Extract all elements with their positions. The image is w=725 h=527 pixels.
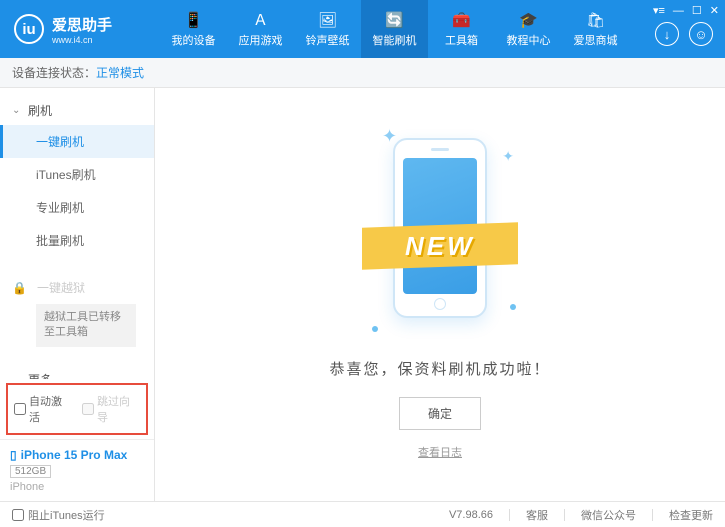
app-name: 爱思助手: [52, 14, 112, 35]
divider: [564, 509, 565, 521]
nav-store[interactable]: 🛍爱思商城: [562, 0, 629, 58]
download-button[interactable]: ↓: [655, 22, 679, 46]
nav-ringtones[interactable]: 🖼铃声壁纸: [294, 0, 361, 58]
logo-area: iu 爱思助手 www.i4.cn: [0, 14, 160, 45]
phone-icon: ▯: [10, 448, 17, 462]
success-message: 恭喜您，保资料刷机成功啦！: [329, 358, 550, 379]
sidebar-item-itunes-flash[interactable]: iTunes刷机: [0, 158, 154, 191]
status-mode: 正常模式: [96, 64, 144, 81]
footer-link-wechat[interactable]: 微信公众号: [581, 507, 636, 523]
footer-link-update[interactable]: 检查更新: [669, 507, 713, 523]
sidebar-section-flash[interactable]: ⌄刷机: [0, 96, 154, 125]
tutorial-icon: 🎓: [520, 11, 538, 29]
toolbox-icon: 🧰: [453, 11, 471, 29]
sidebar-section-more[interactable]: ⌄更多: [0, 365, 154, 379]
flash-icon: 🔄: [386, 11, 404, 29]
sidebar-item-batch-flash[interactable]: 批量刷机: [0, 224, 154, 257]
device-storage: 512GB: [10, 465, 51, 478]
logo-icon: iu: [14, 14, 44, 44]
sidebar-item-jailbreak-moved: 越狱工具已转移至工具箱: [36, 304, 136, 347]
device-info: ▯iPhone 15 Pro Max 512GB iPhone: [0, 439, 154, 501]
footer: 阻止iTunes运行 V7.98.66 客服 微信公众号 检查更新: [0, 501, 725, 527]
divider: [509, 509, 510, 521]
nav-toolbox[interactable]: 🧰工具箱: [428, 0, 495, 58]
view-log-link[interactable]: 查看日志: [418, 444, 462, 460]
minimize-icon[interactable]: —: [673, 5, 684, 17]
apps-icon: Ａ: [252, 11, 270, 29]
sidebar: ⌄刷机 一键刷机 iTunes刷机 专业刷机 批量刷机 🔒一键越狱 越狱工具已转…: [0, 88, 155, 501]
sidebar-item-oneclick-flash[interactable]: 一键刷机: [0, 125, 154, 158]
footer-link-support[interactable]: 客服: [526, 507, 548, 523]
title-bar: iu 爱思助手 www.i4.cn 📱我的设备 Ａ应用游戏 🖼铃声壁纸 🔄智能刷…: [0, 0, 725, 58]
app-url: www.i4.cn: [52, 35, 112, 45]
dot-icon: [372, 326, 378, 332]
checkbox-block-itunes[interactable]: 阻止iTunes运行: [12, 507, 105, 523]
sparkle-icon: ✦: [502, 148, 514, 165]
nav-tutorials[interactable]: 🎓教程中心: [495, 0, 562, 58]
nav-smart-flash[interactable]: 🔄智能刷机: [361, 0, 428, 58]
maximize-icon[interactable]: ☐: [692, 4, 702, 17]
status-bar: 设备连接状态： 正常模式: [0, 58, 725, 88]
version-label: V7.98.66: [449, 509, 493, 521]
close-icon[interactable]: ✕: [710, 4, 719, 17]
account-button[interactable]: ☺: [689, 22, 713, 46]
top-nav: 📱我的设备 Ａ应用游戏 🖼铃声壁纸 🔄智能刷机 🧰工具箱 🎓教程中心 🛍爱思商城: [160, 0, 629, 58]
ok-button[interactable]: 确定: [399, 397, 481, 430]
checkbox-auto-activate[interactable]: 自动激活: [14, 393, 72, 425]
sidebar-item-pro-flash[interactable]: 专业刷机: [0, 191, 154, 224]
device-icon: 📱: [185, 11, 203, 29]
lock-icon: 🔒: [12, 281, 27, 295]
success-illustration: ✦ ✦ NEW: [370, 130, 510, 340]
nav-my-device[interactable]: 📱我的设备: [160, 0, 227, 58]
ringtone-icon: 🖼: [319, 11, 337, 29]
window-controls: ▾≡ — ☐ ✕: [653, 4, 719, 17]
status-label: 设备连接状态：: [12, 64, 96, 81]
dot-icon: [510, 304, 516, 310]
menu-icon[interactable]: ▾≡: [653, 4, 665, 17]
sidebar-section-jailbreak: 🔒一键越狱: [0, 273, 154, 302]
main-content: ✦ ✦ NEW 恭喜您，保资料刷机成功啦！ 确定 查看日志: [155, 88, 725, 501]
header-action-buttons: ↓ ☺: [655, 22, 713, 46]
divider: [652, 509, 653, 521]
store-icon: 🛍: [587, 11, 605, 29]
device-name[interactable]: ▯iPhone 15 Pro Max: [10, 448, 144, 462]
chevron-down-icon: ⌄: [12, 105, 22, 116]
device-type: iPhone: [10, 481, 144, 493]
chevron-down-icon: ⌄: [12, 374, 22, 379]
checkbox-skip-guide[interactable]: 跳过向导: [82, 393, 140, 425]
new-banner: NEW: [362, 222, 518, 269]
nav-apps-games[interactable]: Ａ应用游戏: [227, 0, 294, 58]
activation-options: 自动激活 跳过向导: [6, 383, 148, 435]
